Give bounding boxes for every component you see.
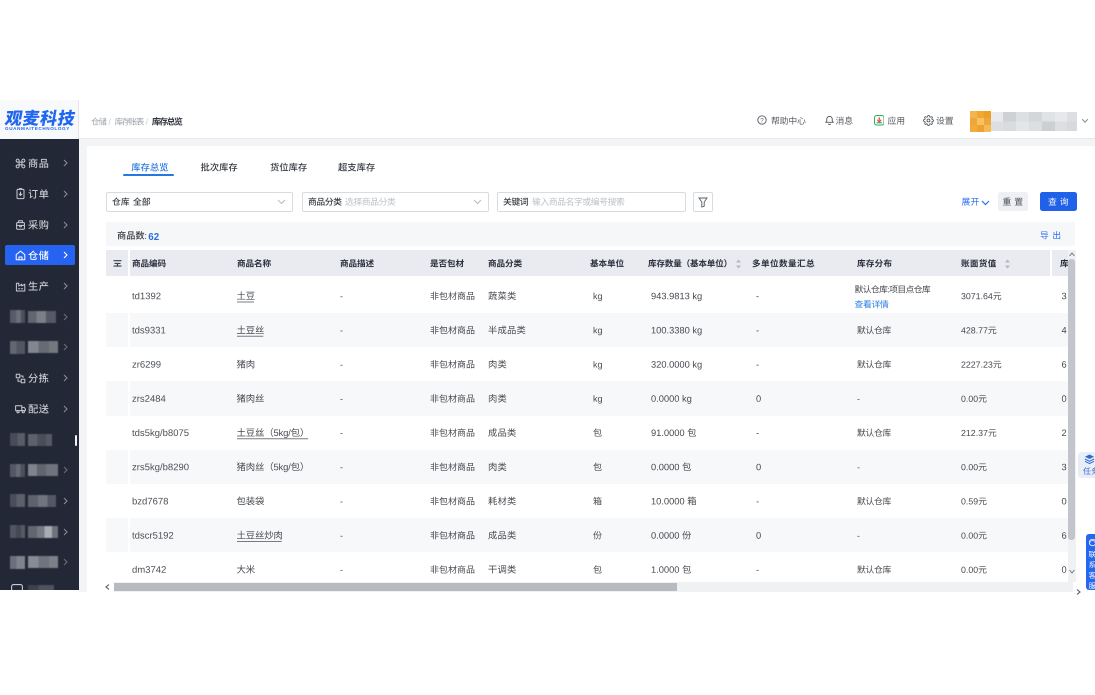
svg-text:?: ?: [760, 117, 764, 124]
